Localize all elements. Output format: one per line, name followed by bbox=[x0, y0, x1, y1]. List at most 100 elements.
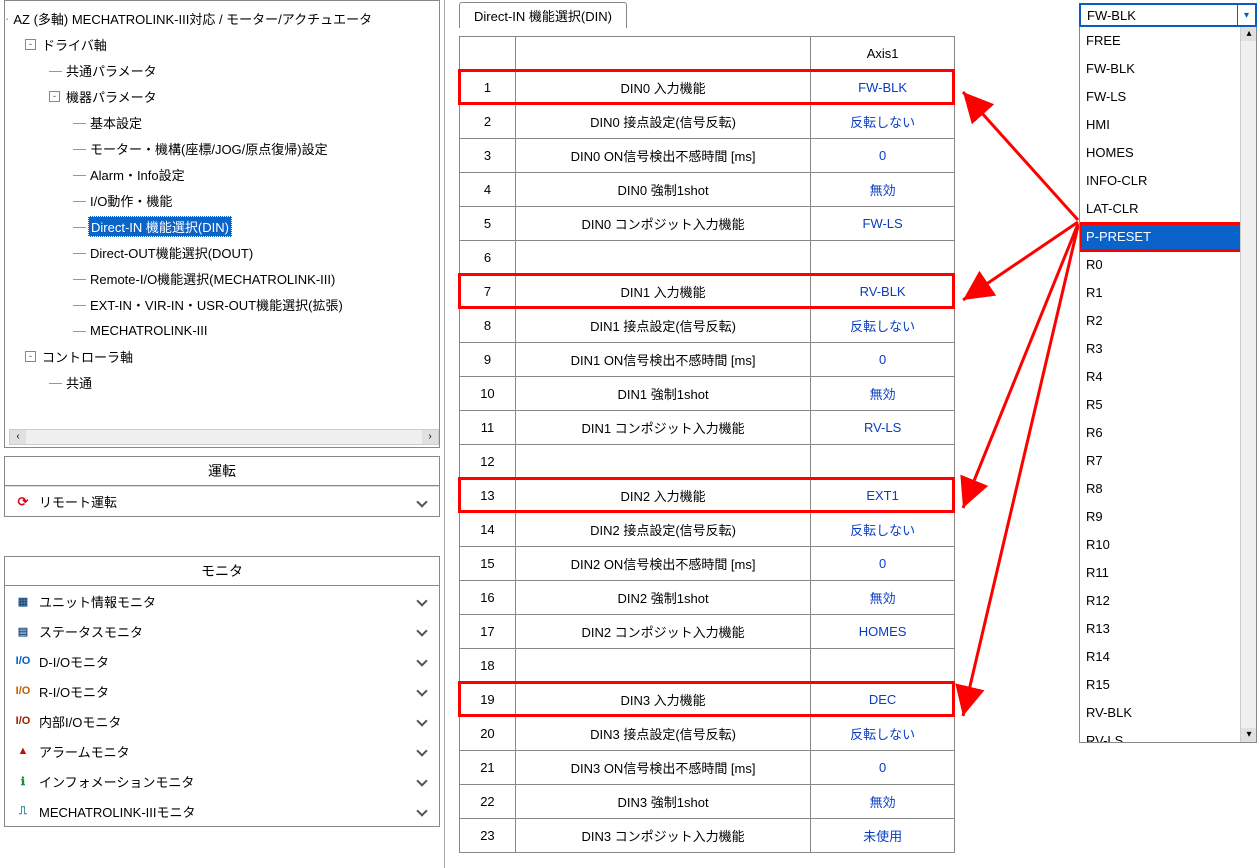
tree-io[interactable]: —I/O動作・機能 bbox=[5, 187, 439, 213]
param-value[interactable]: FW-BLK bbox=[811, 71, 955, 105]
param-value[interactable]: 無効 bbox=[811, 581, 955, 615]
grid-row: 1DIN0 入力機能FW-BLK bbox=[460, 71, 955, 105]
tree-din[interactable]: —Direct-IN 機能選択(DIN) bbox=[5, 213, 439, 239]
dropdown-option[interactable]: R9 bbox=[1080, 503, 1256, 531]
dropdown-option[interactable]: R15 bbox=[1080, 671, 1256, 699]
chevron-down-icon bbox=[415, 494, 431, 510]
param-name: DIN0 接点設定(信号反転) bbox=[515, 105, 810, 139]
row-number: 8 bbox=[460, 309, 516, 343]
param-value[interactable]: 反転しない bbox=[811, 513, 955, 547]
dropdown-option[interactable]: FW-BLK bbox=[1080, 55, 1256, 83]
tab-din[interactable]: Direct-IN 機能選択(DIN) bbox=[459, 2, 627, 28]
param-value[interactable]: 0 bbox=[811, 343, 955, 377]
param-value[interactable]: 無効 bbox=[811, 785, 955, 819]
dropdown-scrollbar[interactable]: ▴ ▾ bbox=[1240, 27, 1256, 742]
param-value[interactable]: 反転しない bbox=[811, 105, 955, 139]
param-value[interactable]: 反転しない bbox=[811, 309, 955, 343]
param-value[interactable] bbox=[811, 241, 955, 275]
dropdown-option[interactable]: R13 bbox=[1080, 615, 1256, 643]
param-value[interactable]: EXT1 bbox=[811, 479, 955, 513]
monitor-item[interactable]: ▦ユニット情報モニタ bbox=[5, 586, 439, 616]
row-number: 11 bbox=[460, 411, 516, 445]
dropdown-list[interactable]: FREEFW-BLKFW-LSHMIHOMESINFO-CLRLAT-CLRP-… bbox=[1079, 27, 1257, 743]
dropdown-option[interactable]: HMI bbox=[1080, 111, 1256, 139]
param-value[interactable]: 0 bbox=[811, 547, 955, 581]
dropdown-option[interactable]: R8 bbox=[1080, 475, 1256, 503]
tree-h-scrollbar[interactable]: ‹ › bbox=[9, 429, 439, 445]
monitor-item[interactable]: I/OD-I/Oモニタ bbox=[5, 646, 439, 676]
dropdown-option[interactable]: RV-BLK bbox=[1080, 699, 1256, 727]
param-value[interactable]: RV-LS bbox=[811, 411, 955, 445]
dropdown-option[interactable]: R11 bbox=[1080, 559, 1256, 587]
scroll-up-icon[interactable]: ▴ bbox=[1241, 27, 1257, 41]
dropdown-option[interactable]: HOMES bbox=[1080, 139, 1256, 167]
remote-operation-label: リモート運転 bbox=[39, 492, 117, 511]
collapse-icon[interactable]: - bbox=[25, 39, 36, 50]
param-value[interactable]: 0 bbox=[811, 751, 955, 785]
param-value[interactable]: DEC bbox=[811, 683, 955, 717]
monitor-item[interactable]: ⎍MECHATROLINK-IIIモニタ bbox=[5, 796, 439, 826]
grid-row: 7DIN1 入力機能RV-BLK bbox=[460, 275, 955, 309]
remote-operation-item[interactable]: ⟳ リモート運転 bbox=[5, 486, 439, 516]
monitor-item[interactable]: ▤ステータスモニタ bbox=[5, 616, 439, 646]
dropdown-option[interactable]: R0 bbox=[1080, 251, 1256, 279]
param-value[interactable] bbox=[811, 649, 955, 683]
tree-device-param[interactable]: - 機器パラメータ bbox=[5, 83, 439, 109]
dropdown-option[interactable]: R12 bbox=[1080, 587, 1256, 615]
param-name: DIN3 入力機能 bbox=[515, 683, 810, 717]
dropdown-option[interactable]: RV-LS bbox=[1080, 727, 1256, 743]
tree-root[interactable]: ·AZ (多軸) MECHATROLINK-III対応 / モーター/アクチュエ… bbox=[5, 5, 439, 31]
tree-controller-axis[interactable]: - コントローラ軸 bbox=[5, 343, 439, 369]
dropdown-option[interactable]: LAT-CLR bbox=[1080, 195, 1256, 223]
dropdown-option[interactable]: R1 bbox=[1080, 279, 1256, 307]
tree-basic[interactable]: —基本設定 bbox=[5, 109, 439, 135]
tree-ext-in[interactable]: —EXT-IN・VIR-IN・USR-OUT機能選択(拡張) bbox=[5, 291, 439, 317]
dropdown-option[interactable]: R7 bbox=[1080, 447, 1256, 475]
param-value[interactable] bbox=[811, 445, 955, 479]
dropdown-option[interactable]: R10 bbox=[1080, 531, 1256, 559]
tree-common-param[interactable]: —共通パラメータ bbox=[5, 57, 439, 83]
tree-remote-io[interactable]: —Remote-I/O機能選択(MECHATROLINK-III) bbox=[5, 265, 439, 291]
param-name: DIN2 コンポジット入力機能 bbox=[515, 615, 810, 649]
dropdown-selected[interactable]: FW-BLK ▾ bbox=[1079, 3, 1257, 27]
dropdown-option[interactable]: R6 bbox=[1080, 419, 1256, 447]
scroll-down-icon[interactable]: ▾ bbox=[1241, 728, 1257, 742]
param-name: DIN0 強制1shot bbox=[515, 173, 810, 207]
param-name bbox=[515, 241, 810, 275]
parameter-tree[interactable]: ·AZ (多軸) MECHATROLINK-III対応 / モーター/アクチュエ… bbox=[5, 1, 439, 395]
param-value[interactable]: 無効 bbox=[811, 173, 955, 207]
collapse-icon[interactable]: - bbox=[25, 351, 36, 362]
dropdown-option[interactable]: R3 bbox=[1080, 335, 1256, 363]
dropdown-option[interactable]: FREE bbox=[1080, 27, 1256, 55]
tree-controller-common[interactable]: —共通 bbox=[5, 369, 439, 395]
monitor-item[interactable]: ▲アラームモニタ bbox=[5, 736, 439, 766]
monitor-item[interactable]: I/O内部I/Oモニタ bbox=[5, 706, 439, 736]
param-value[interactable]: FW-LS bbox=[811, 207, 955, 241]
unit-icon: ▦ bbox=[13, 591, 33, 611]
scroll-right-icon[interactable]: › bbox=[422, 430, 438, 444]
dropdown-option[interactable]: INFO-CLR bbox=[1080, 167, 1256, 195]
param-value[interactable]: 無効 bbox=[811, 377, 955, 411]
dropdown-option[interactable]: R2 bbox=[1080, 307, 1256, 335]
dropdown-option[interactable]: P-PRESET bbox=[1080, 223, 1256, 251]
tree-mechatrolink[interactable]: —MECHATROLINK-III bbox=[5, 317, 439, 343]
param-value[interactable]: 反転しない bbox=[811, 717, 955, 751]
param-value[interactable]: RV-BLK bbox=[811, 275, 955, 309]
tree-driver-axis[interactable]: - ドライバ軸 bbox=[5, 31, 439, 57]
dropdown-option[interactable]: FW-LS bbox=[1080, 83, 1256, 111]
dropdown-option[interactable]: R5 bbox=[1080, 391, 1256, 419]
param-value[interactable]: HOMES bbox=[811, 615, 955, 649]
param-value[interactable]: 0 bbox=[811, 139, 955, 173]
tree-dout[interactable]: —Direct-OUT機能選択(DOUT) bbox=[5, 239, 439, 265]
scroll-left-icon[interactable]: ‹ bbox=[10, 430, 26, 444]
dropdown-option[interactable]: R4 bbox=[1080, 363, 1256, 391]
param-value[interactable]: 未使用 bbox=[811, 819, 955, 853]
param-name bbox=[515, 649, 810, 683]
monitor-item[interactable]: I/OR-I/Oモニタ bbox=[5, 676, 439, 706]
grid-row: 23DIN3 コンポジット入力機能未使用 bbox=[460, 819, 955, 853]
tree-motor[interactable]: —モーター・機構(座標/JOG/原点復帰)設定 bbox=[5, 135, 439, 161]
dropdown-option[interactable]: R14 bbox=[1080, 643, 1256, 671]
tree-alarm-info[interactable]: —Alarm・Info設定 bbox=[5, 161, 439, 187]
monitor-item[interactable]: ℹインフォメーションモニタ bbox=[5, 766, 439, 796]
collapse-icon[interactable]: - bbox=[49, 91, 60, 102]
